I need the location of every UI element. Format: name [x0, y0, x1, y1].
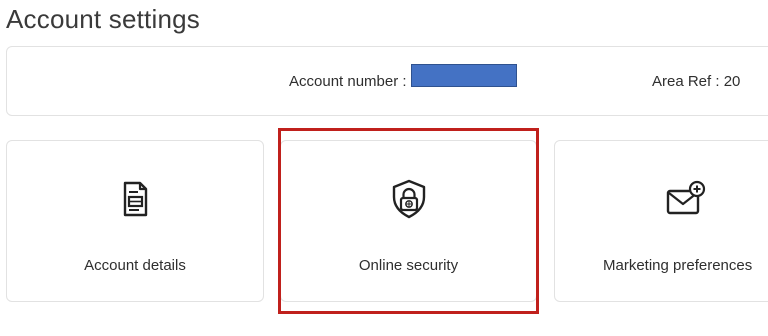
marketing-preferences-card[interactable]: Marketing preferences [554, 140, 768, 302]
account-number-redacted [411, 64, 517, 87]
envelope-plus-icon [664, 177, 708, 221]
document-icon [113, 177, 157, 221]
online-security-card[interactable]: Online security [280, 140, 537, 302]
account-details-label: Account details [84, 257, 186, 274]
account-info-bar: Account number : Area Ref : 20 [6, 46, 768, 116]
account-details-card[interactable]: Account details [6, 140, 264, 302]
area-ref-label: Area Ref : 20 [652, 73, 741, 90]
marketing-preferences-label: Marketing preferences [603, 257, 753, 274]
online-security-label: Online security [358, 257, 459, 274]
page-title: Account settings [6, 4, 200, 34]
shield-lock-icon [387, 177, 431, 221]
account-number-label: Account number : [289, 73, 407, 90]
